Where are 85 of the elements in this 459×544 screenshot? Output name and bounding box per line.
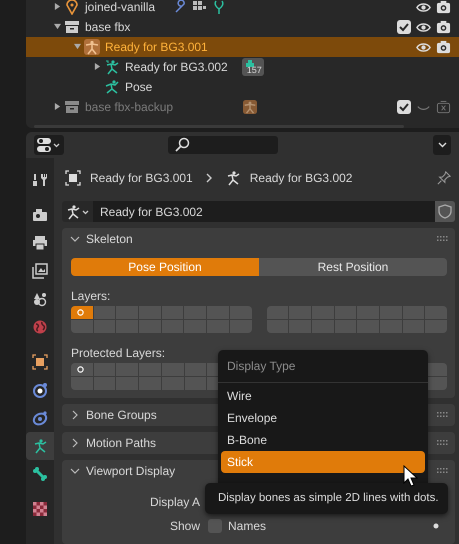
search-field[interactable] [168, 136, 278, 154]
grip-icon[interactable] [437, 468, 449, 474]
checker-icon [32, 501, 48, 517]
item-label: base fbx [85, 19, 130, 36]
figure-icon [84, 39, 100, 55]
checkbox[interactable] [397, 20, 411, 34]
layer-toggle[interactable] [94, 306, 116, 319]
outliner-row[interactable]: Ready for BG3.002 157 [26, 57, 459, 77]
camera-icon[interactable] [436, 40, 451, 54]
collapse-arrow[interactable] [74, 43, 80, 50]
layer-toggle[interactable] [71, 320, 93, 333]
item-label: base fbx-backup [85, 99, 174, 116]
shapes-icon [32, 291, 48, 307]
outliner-row[interactable]: base fbx [26, 17, 459, 37]
section-label: Protected Layers: [71, 345, 166, 362]
box-icon [64, 99, 80, 115]
expand-arrow[interactable] [94, 63, 100, 70]
outliner-row[interactable]: joined-vanilla [26, 0, 459, 17]
search-icon [174, 137, 190, 153]
item-label: joined-vanilla [85, 0, 156, 16]
camera-icon[interactable] [436, 0, 451, 14]
figure-icon [104, 59, 120, 75]
camera-icon [32, 207, 48, 223]
field-label: Show [168, 518, 201, 535]
breadcrumb-label: Ready for BG3.001 [90, 170, 193, 186]
menu-title: Display Type [218, 350, 428, 383]
dot-icon[interactable] [433, 523, 439, 529]
datablock-browse-button[interactable] [62, 201, 93, 222]
images-icon [32, 263, 48, 279]
box-icon [64, 19, 80, 35]
square-icon [32, 354, 48, 370]
shield-icon [438, 204, 452, 219]
outliner-row[interactable]: Pose [26, 77, 459, 97]
menu-item[interactable]: Envelope [221, 407, 425, 429]
layer-toggle[interactable] [94, 320, 116, 333]
tooltip: Display bones as simple 2D lines with dots. [205, 483, 448, 514]
layer-toggle[interactable] [230, 306, 252, 319]
panel-title: Bone Groups [86, 407, 157, 424]
figure-icon [243, 100, 258, 114]
panel-title: Motion Paths [86, 435, 156, 452]
camera-icon[interactable] [436, 20, 451, 34]
item-label: Ready for BG3.001 [105, 39, 208, 56]
tools-icon [32, 172, 48, 188]
dot-icon [77, 366, 84, 373]
pin-icon[interactable] [437, 170, 451, 184]
section-label: Layers: [71, 288, 112, 305]
printer-icon [32, 235, 48, 251]
orbit-icon [32, 382, 48, 398]
mouse-cursor-icon [403, 465, 418, 487]
options-dropdown-button[interactable] [433, 135, 451, 155]
editor-type-button[interactable] [34, 135, 64, 155]
checkbox-label: Names [228, 518, 266, 535]
ring-icon [32, 410, 48, 426]
name-field[interactable]: Ready for BG3.002 [93, 201, 435, 222]
grip-icon[interactable] [437, 236, 449, 242]
layer-toggle[interactable] [425, 306, 447, 319]
collapse-arrow[interactable] [54, 23, 60, 30]
figure-icon [104, 79, 120, 95]
menu-item[interactable]: B-Bone [221, 429, 425, 451]
bone-icon [32, 466, 48, 482]
user-count-badge: 157 [242, 58, 264, 76]
fake-user-button[interactable] [435, 201, 455, 222]
globe-icon [32, 319, 48, 335]
menu-item[interactable]: Wire [221, 385, 425, 407]
object-icon [65, 170, 81, 186]
field-label: Display A [148, 494, 201, 511]
pin-icon [64, 0, 80, 15]
layer-toggle[interactable] [71, 306, 93, 319]
toggle-icon [37, 138, 61, 152]
breadcrumb-label: Ready for BG3.002 [250, 170, 352, 186]
figure-icon [32, 438, 48, 454]
item-label: Pose [125, 79, 152, 96]
chevron-icon [438, 142, 446, 148]
chevron-icon [204, 172, 213, 182]
outliner-row[interactable]: Ready for BG3.001 [26, 37, 459, 57]
item-label: Ready for BG3.002 [125, 59, 228, 76]
layer-toggle[interactable] [71, 363, 93, 376]
panel-title: Skeleton [86, 231, 133, 248]
checkbox[interactable] [208, 519, 222, 533]
panel-title: Viewport Display [86, 463, 176, 480]
toggle-button[interactable]: Rest Position [259, 258, 447, 276]
grip-icon[interactable] [437, 412, 449, 418]
grip-icon[interactable] [437, 440, 449, 446]
expand-arrow[interactable] [54, 3, 60, 10]
dot-icon [77, 309, 84, 316]
